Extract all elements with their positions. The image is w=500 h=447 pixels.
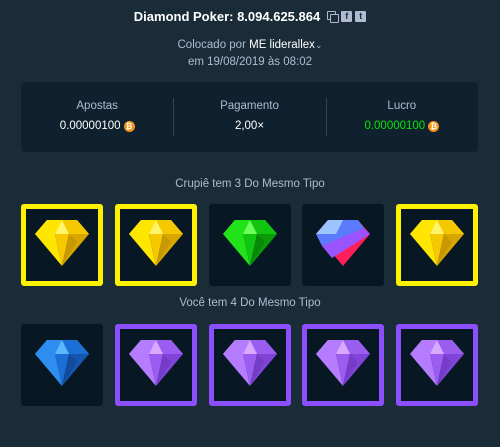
bet-title: Diamond Poker: 8.094.625.864 [133,9,321,24]
purple-gem-icon [408,338,466,393]
player-hand [21,324,478,406]
dealer-hand-label: Crupiê tem 3 Do Mesmo Tipo [175,178,325,190]
player-gem-card-5 [396,324,478,406]
purple-gem-icon [314,338,372,393]
placed-date: em 19/08/2019 às 08:02 [187,56,313,68]
bet-stats-panel: Apostas 0.00000100 ₿ Pagamento 2,00× Luc… [21,82,478,152]
purple-gem-icon [221,338,279,393]
stat-bet-label: Apostas [76,100,118,112]
dealer-gem-card-4 [302,204,385,286]
stat-profit: Lucro 0.00000100 ₿ [325,82,478,152]
yellow-gem-icon [408,218,466,273]
multicolor-gem-icon [314,218,372,273]
placed-by-prefix: Colocado por [177,39,246,51]
placed-by-info: Colocado por ME liderallex⌄ em 19/08/201… [0,37,500,71]
twitter-icon[interactable]: t [355,11,367,22]
player-gem-card-3 [208,324,291,406]
green-gem-icon [221,218,279,273]
blue-gem-icon [33,338,91,393]
username-link[interactable]: ME liderallex [249,39,315,51]
dealer-gem-card-2 [114,204,197,286]
stat-payout: Pagamento 2,00× [173,82,325,152]
dealer-hand [21,204,478,286]
stat-profit-label: Lucro [387,100,417,112]
facebook-icon[interactable]: f [341,11,353,22]
dealer-gem-card-5 [396,204,478,286]
player-hand-label: Você tem 4 Do Mesmo Tipo [179,297,321,309]
dealer-gem-card-1 [21,204,103,286]
bitcoin-icon: ₿ [428,120,440,132]
copy-icon[interactable] [327,11,340,23]
stat-bet-value: 0.00000100 [59,120,121,132]
stat-payout-value: 2,00× [234,120,265,132]
dealer-gem-card-3 [208,204,291,286]
chevron-down-icon[interactable]: ⌄ [315,40,323,50]
stat-profit-value: 0.00000100 [364,120,426,132]
player-gem-card-2 [114,324,197,406]
bet-header: Diamond Poker: 8.094.625.864 f t [0,9,500,24]
purple-gem-icon [127,338,185,393]
yellow-gem-icon [33,218,91,273]
player-gem-card-4 [302,324,385,406]
player-gem-card-1 [21,324,103,406]
stat-bet: Apostas 0.00000100 ₿ [21,82,173,152]
bitcoin-icon: ₿ [123,120,135,132]
stat-payout-label: Pagamento [220,100,279,112]
yellow-gem-icon [127,218,185,273]
